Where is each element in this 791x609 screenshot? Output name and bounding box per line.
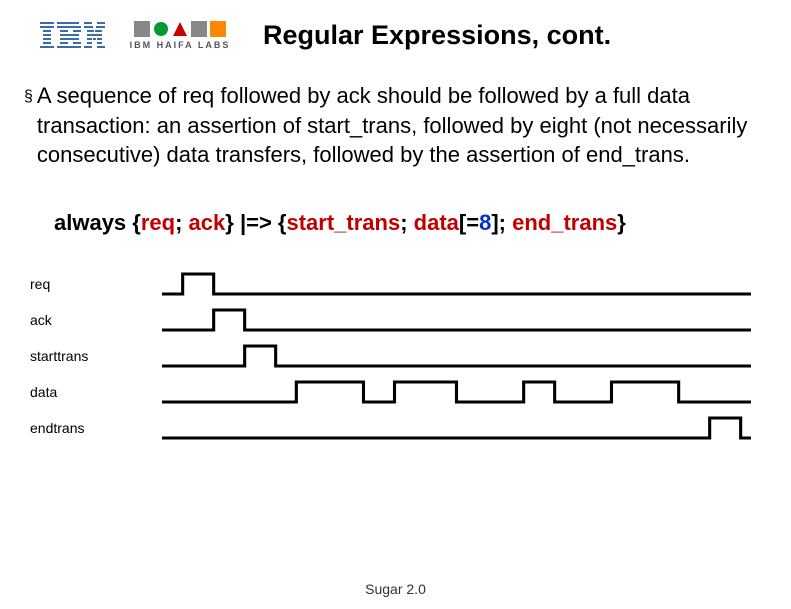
slide-footer: Sugar 2.0 — [0, 581, 791, 597]
timing-row-starttrans: starttrans — [30, 338, 751, 374]
haifa-shape-red — [172, 21, 188, 37]
haifa-shapes — [134, 21, 226, 37]
timing-diagram: req ack starttrans data endtrans — [0, 236, 791, 446]
slide-header: IBM HAIFA LABS Regular Expressions, cont… — [0, 0, 791, 51]
label-req: req — [30, 276, 162, 292]
label-data: data — [30, 384, 162, 400]
code-sig-req: req — [141, 210, 175, 235]
slide-body: § A sequence of req followed by ack shou… — [0, 51, 791, 170]
timing-row-req: req — [30, 266, 751, 302]
haifa-labs-logo: IBM HAIFA LABS — [115, 21, 245, 50]
wave-ack — [162, 302, 751, 338]
code-semi1: ; — [175, 210, 188, 235]
code-impl: } |=> { — [225, 210, 286, 235]
code-num-8: 8 — [479, 210, 491, 235]
code-bracket-close: ]; — [491, 210, 512, 235]
paragraph-text: A sequence of req followed by ack should… — [37, 81, 761, 170]
label-ack: ack — [30, 312, 162, 328]
code-sig-data: data — [414, 210, 459, 235]
timing-row-data: data — [30, 374, 751, 410]
code-expression: always {req; ack} |=> {start_trans; data… — [0, 170, 791, 236]
wave-endtrans — [162, 410, 751, 446]
slide-title: Regular Expressions, cont. — [263, 20, 611, 51]
haifa-shape-orange — [210, 21, 226, 37]
timing-row-endtrans: endtrans — [30, 410, 751, 446]
bullet-icon: § — [24, 86, 33, 170]
code-brace-close: } — [617, 210, 626, 235]
code-sig-start: start_trans — [286, 210, 400, 235]
timing-row-ack: ack — [30, 302, 751, 338]
ibm-logo — [40, 22, 105, 50]
haifa-shape-gray — [134, 21, 150, 37]
haifa-shape-green — [153, 21, 169, 37]
wave-req — [162, 266, 751, 302]
wave-data — [162, 374, 751, 410]
code-bracket-open: [= — [459, 210, 479, 235]
haifa-shape-gray2 — [191, 21, 207, 37]
code-kw-always: always { — [54, 210, 141, 235]
code-semi2: ; — [400, 210, 413, 235]
code-sig-ack: ack — [189, 210, 226, 235]
wave-starttrans — [162, 338, 751, 374]
haifa-text: IBM HAIFA LABS — [130, 40, 231, 50]
code-sig-end: end_trans — [512, 210, 617, 235]
label-starttrans: starttrans — [30, 348, 162, 364]
label-endtrans: endtrans — [30, 420, 162, 436]
